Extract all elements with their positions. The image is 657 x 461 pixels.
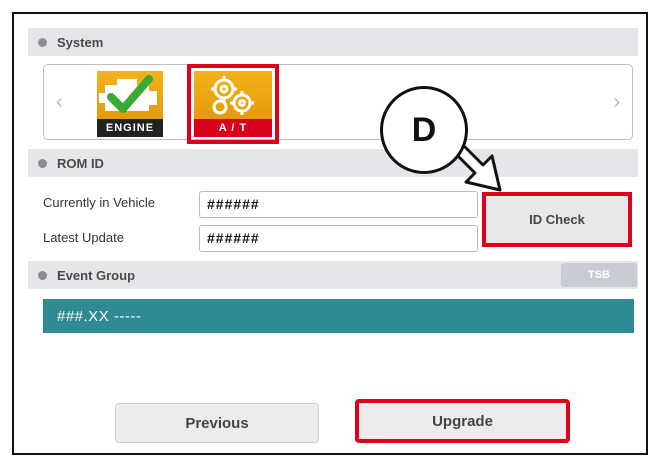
tsb-button[interactable]: TSB bbox=[561, 263, 637, 287]
bullet-icon bbox=[38, 270, 47, 280]
previous-button[interactable]: Previous bbox=[115, 403, 319, 443]
chevron-right-icon[interactable]: › bbox=[613, 91, 620, 114]
event-group-header: Event Group bbox=[28, 261, 638, 289]
rom-id-header: ROM ID bbox=[28, 149, 638, 177]
currently-in-vehicle-value: ###### bbox=[203, 195, 289, 214]
module-caption-at: A / T bbox=[194, 119, 272, 137]
module-tile-at[interactable]: A / T bbox=[187, 64, 279, 144]
chevron-left-icon[interactable]: ‹ bbox=[56, 91, 63, 114]
module-tile-engine[interactable]: ENGINE bbox=[94, 68, 166, 138]
rom-id-header-label: ROM ID bbox=[57, 155, 104, 171]
latest-update-field: ###### bbox=[199, 225, 478, 252]
latest-update-value: ###### bbox=[203, 229, 289, 248]
latest-update-label: Latest Update bbox=[43, 230, 124, 245]
callout-letter: D bbox=[380, 86, 468, 174]
system-header: System bbox=[28, 28, 638, 56]
bullet-icon bbox=[38, 37, 47, 47]
module-carousel: ‹ › ENGINE A / T bbox=[43, 64, 633, 144]
module-caption-engine: ENGINE bbox=[97, 119, 163, 137]
system-header-label: System bbox=[57, 34, 104, 50]
callout-d: D bbox=[380, 86, 472, 178]
bullet-icon bbox=[38, 158, 47, 168]
id-check-button[interactable]: ID Check bbox=[482, 192, 632, 247]
event-group-header-label: Event Group bbox=[57, 267, 136, 283]
gears-icon bbox=[194, 71, 272, 119]
upgrade-button[interactable]: Upgrade bbox=[355, 399, 570, 443]
currently-in-vehicle-label: Currently in Vehicle bbox=[43, 195, 155, 210]
event-list-item[interactable]: ###.XX ----- bbox=[43, 299, 634, 333]
currently-in-vehicle-field: ###### bbox=[199, 191, 478, 218]
engine-check-icon bbox=[97, 71, 163, 119]
